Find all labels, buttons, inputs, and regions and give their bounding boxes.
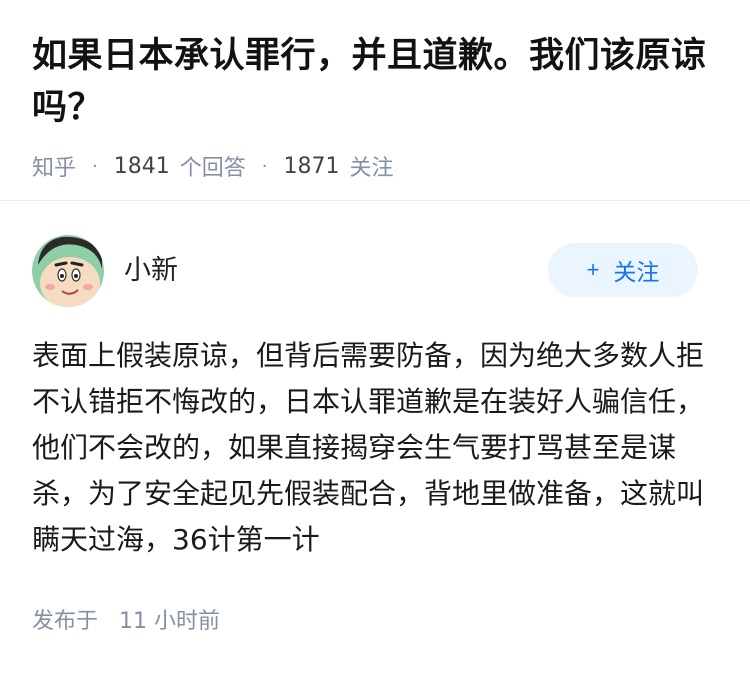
question-title[interactable]: 如果日本承认罪行，并且道歉。我们该原谅吗？	[32, 30, 718, 134]
answer-content[interactable]: 表面上假装原谅，但背后需要防备，因为绝大多数人拒不认错拒不悔改的，日本认罪道歉是…	[32, 333, 718, 563]
author-row: 小新 + 关注	[32, 235, 718, 307]
meta-separator: ·	[92, 155, 98, 177]
question-meta: 知乎 · 1841 个回答 · 1871 关注	[32, 150, 718, 182]
avatar[interactable]	[32, 235, 104, 307]
plus-icon: +	[586, 257, 600, 282]
follow-button-label: 关注	[613, 259, 660, 285]
source-label[interactable]: 知乎	[32, 150, 76, 182]
question-header: 如果日本承认罪行，并且道歉。我们该原谅吗？ 知乎 · 1841 个回答 · 18…	[0, 0, 750, 200]
follow-count: 1871	[283, 153, 340, 179]
follow-count-label: 关注	[349, 156, 394, 181]
answer-count: 1841	[113, 153, 170, 179]
answer-card: 小新 + 关注 表面上假装原谅，但背后需要防备，因为绝大多数人拒不认错拒不悔改的…	[0, 201, 750, 635]
publish-time-label: 发布于	[32, 609, 99, 634]
follow-button[interactable]: + 关注	[548, 243, 698, 297]
publish-time-value: 11 小时前	[119, 609, 221, 634]
answer-count-label: 个回答	[179, 156, 246, 181]
meta-separator: ·	[261, 155, 268, 177]
author-name[interactable]: 小新	[124, 248, 178, 287]
publish-time: 发布于 11 小时前	[32, 603, 718, 635]
avatar-cartoon-icon	[32, 235, 104, 307]
